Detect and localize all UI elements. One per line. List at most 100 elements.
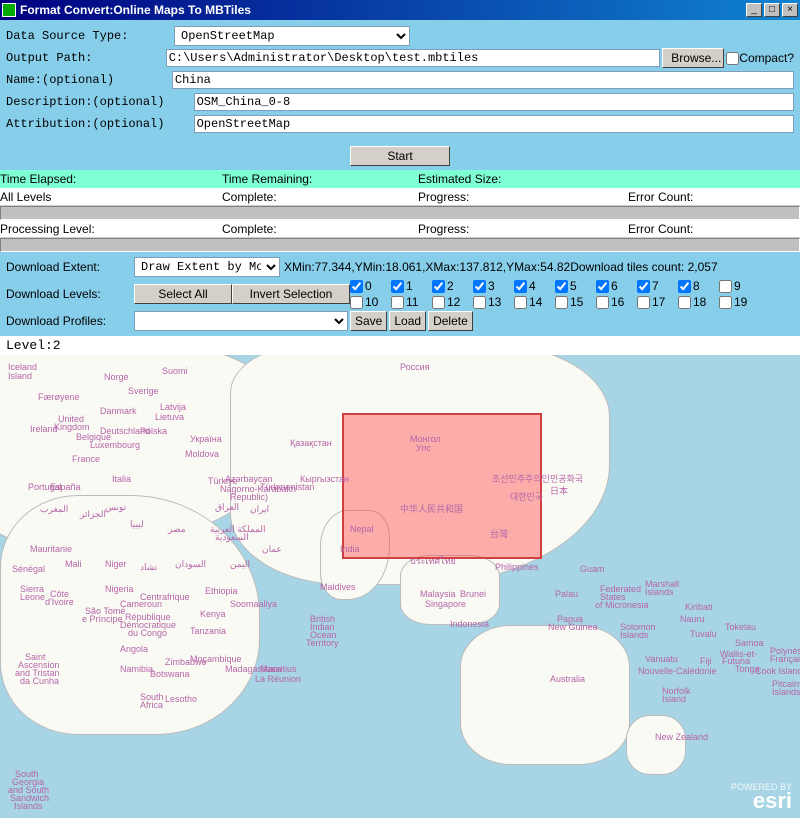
map-label: Azərbaycan (225, 475, 273, 484)
level-check-7[interactable]: 7 (637, 278, 678, 294)
map-label: Tuvalu (690, 630, 717, 639)
level-checkbox-5[interactable] (555, 280, 568, 293)
invert-selection-button[interactable]: Invert Selection (232, 284, 350, 304)
level-check-4[interactable]: 4 (514, 278, 555, 294)
level-checkbox-2[interactable] (432, 280, 445, 293)
extent-rectangle[interactable] (342, 413, 542, 559)
window-title: Format Convert:Online Maps To MBTiles (20, 3, 744, 17)
compact-checkbox-label[interactable]: Compact? (726, 51, 794, 65)
compact-checkbox[interactable] (726, 52, 739, 65)
select-all-button[interactable]: Select All (134, 284, 232, 304)
save-profile-button[interactable]: Save (350, 311, 387, 331)
level-check-15[interactable]: 15 (555, 294, 596, 310)
zoom-level-indicator: Level:2 (0, 336, 800, 355)
map-label: New Guinea (548, 623, 598, 632)
level-check-1[interactable]: 1 (391, 278, 432, 294)
description-input[interactable] (194, 93, 794, 111)
output-path-input[interactable] (166, 49, 661, 67)
map-view[interactable]: РоссияIcelandIslandFærøyeneNorgeSuomiSve… (0, 355, 800, 818)
level-check-9[interactable]: 9 (719, 278, 760, 294)
level-check-2[interactable]: 2 (432, 278, 473, 294)
time-remaining-label: Time Remaining: (222, 172, 418, 186)
progress-bar-2 (0, 238, 800, 252)
level-checkbox-4[interactable] (514, 280, 527, 293)
map-label: Sénégal (12, 565, 45, 574)
timing-status: Time Elapsed: Time Remaining: Estimated … (0, 170, 800, 188)
level-check-13[interactable]: 13 (473, 294, 514, 310)
map-label: Nigeria (105, 585, 134, 594)
level-checkbox-19[interactable] (719, 296, 732, 309)
level-check-8[interactable]: 8 (678, 278, 719, 294)
level-checkbox-14[interactable] (514, 296, 527, 309)
level-checkbox-0[interactable] (350, 280, 363, 293)
level-checkbox-3[interactable] (473, 280, 486, 293)
level-checkbox-13[interactable] (473, 296, 486, 309)
map-label: Sverige (128, 387, 159, 396)
map-label: Tanzania (190, 627, 226, 636)
map-label: Mauritanie (30, 545, 72, 554)
level-check-0[interactable]: 0 (350, 278, 391, 294)
level-checkbox-9[interactable] (719, 280, 732, 293)
error-count-label-1: Error Count: (628, 190, 800, 204)
progress-label-1: Progress: (418, 190, 628, 204)
map-label: Indonesia (450, 620, 489, 629)
map-label: Nauru (680, 615, 705, 624)
level-checkbox-8[interactable] (678, 280, 691, 293)
level-check-5[interactable]: 5 (555, 278, 596, 294)
minimize-button[interactable]: _ (746, 3, 762, 17)
window-controls: _ □ × (744, 3, 798, 17)
level-check-17[interactable]: 17 (637, 294, 678, 310)
map-label: Қазақстан (290, 439, 332, 448)
level-checkbox-15[interactable] (555, 296, 568, 309)
load-profile-button[interactable]: Load (389, 311, 426, 331)
map-label: Island (662, 695, 686, 704)
complete-label-1: Complete: (222, 190, 418, 204)
map-label: Française (770, 655, 800, 664)
map-label: المغرب (40, 505, 68, 514)
start-button[interactable]: Start (350, 146, 450, 166)
level-check-16[interactable]: 16 (596, 294, 637, 310)
complete-label-2: Complete: (222, 222, 418, 236)
map-label: Territory (306, 639, 339, 648)
map-label: Moldova (185, 450, 219, 459)
close-button[interactable]: × (782, 3, 798, 17)
attribution-input[interactable] (194, 115, 794, 133)
map-label: Luxembourg (90, 441, 140, 450)
map-label: 中华人民共和国 (400, 505, 463, 514)
map-label: ایران (250, 505, 269, 514)
level-checkbox-10[interactable] (350, 296, 363, 309)
level-checkbox-6[interactable] (596, 280, 609, 293)
extent-mode-select[interactable]: Draw Extent by Mouse (134, 257, 280, 277)
level-checkbox-16[interactable] (596, 296, 609, 309)
error-count-label-2: Error Count: (628, 222, 800, 236)
level-checkbox-17[interactable] (637, 296, 650, 309)
delete-profile-button[interactable]: Delete (428, 311, 473, 331)
profiles-select[interactable] (134, 311, 348, 331)
level-checkbox-7[interactable] (637, 280, 650, 293)
level-check-11[interactable]: 11 (391, 294, 432, 310)
map-label: India (340, 545, 360, 554)
level-checkbox-1[interactable] (391, 280, 404, 293)
level-check-14[interactable]: 14 (514, 294, 555, 310)
maximize-button[interactable]: □ (764, 3, 780, 17)
level-checkbox-18[interactable] (678, 296, 691, 309)
map-label: Nepal (350, 525, 374, 534)
level-check-6[interactable]: 6 (596, 278, 637, 294)
browse-button[interactable]: Browse... (662, 48, 724, 68)
map-label: Australia (550, 675, 585, 684)
level-check-12[interactable]: 12 (432, 294, 473, 310)
level-check-10[interactable]: 10 (350, 294, 391, 310)
name-input[interactable] (172, 71, 794, 89)
data-source-select[interactable]: OpenStreetMap (174, 26, 410, 46)
level-checkbox-11[interactable] (391, 296, 404, 309)
level-check-18[interactable]: 18 (678, 294, 719, 310)
progress-label-2: Progress: (418, 222, 628, 236)
map-label: Islands (645, 588, 674, 597)
map-label: Suomi (162, 367, 188, 376)
map-label: Botswana (150, 670, 190, 679)
level-check-19[interactable]: 19 (719, 294, 760, 310)
level-check-3[interactable]: 3 (473, 278, 514, 294)
map-label: Island (8, 372, 32, 381)
download-panel: Download Extent: Draw Extent by Mouse XM… (0, 252, 800, 336)
level-checkbox-12[interactable] (432, 296, 445, 309)
